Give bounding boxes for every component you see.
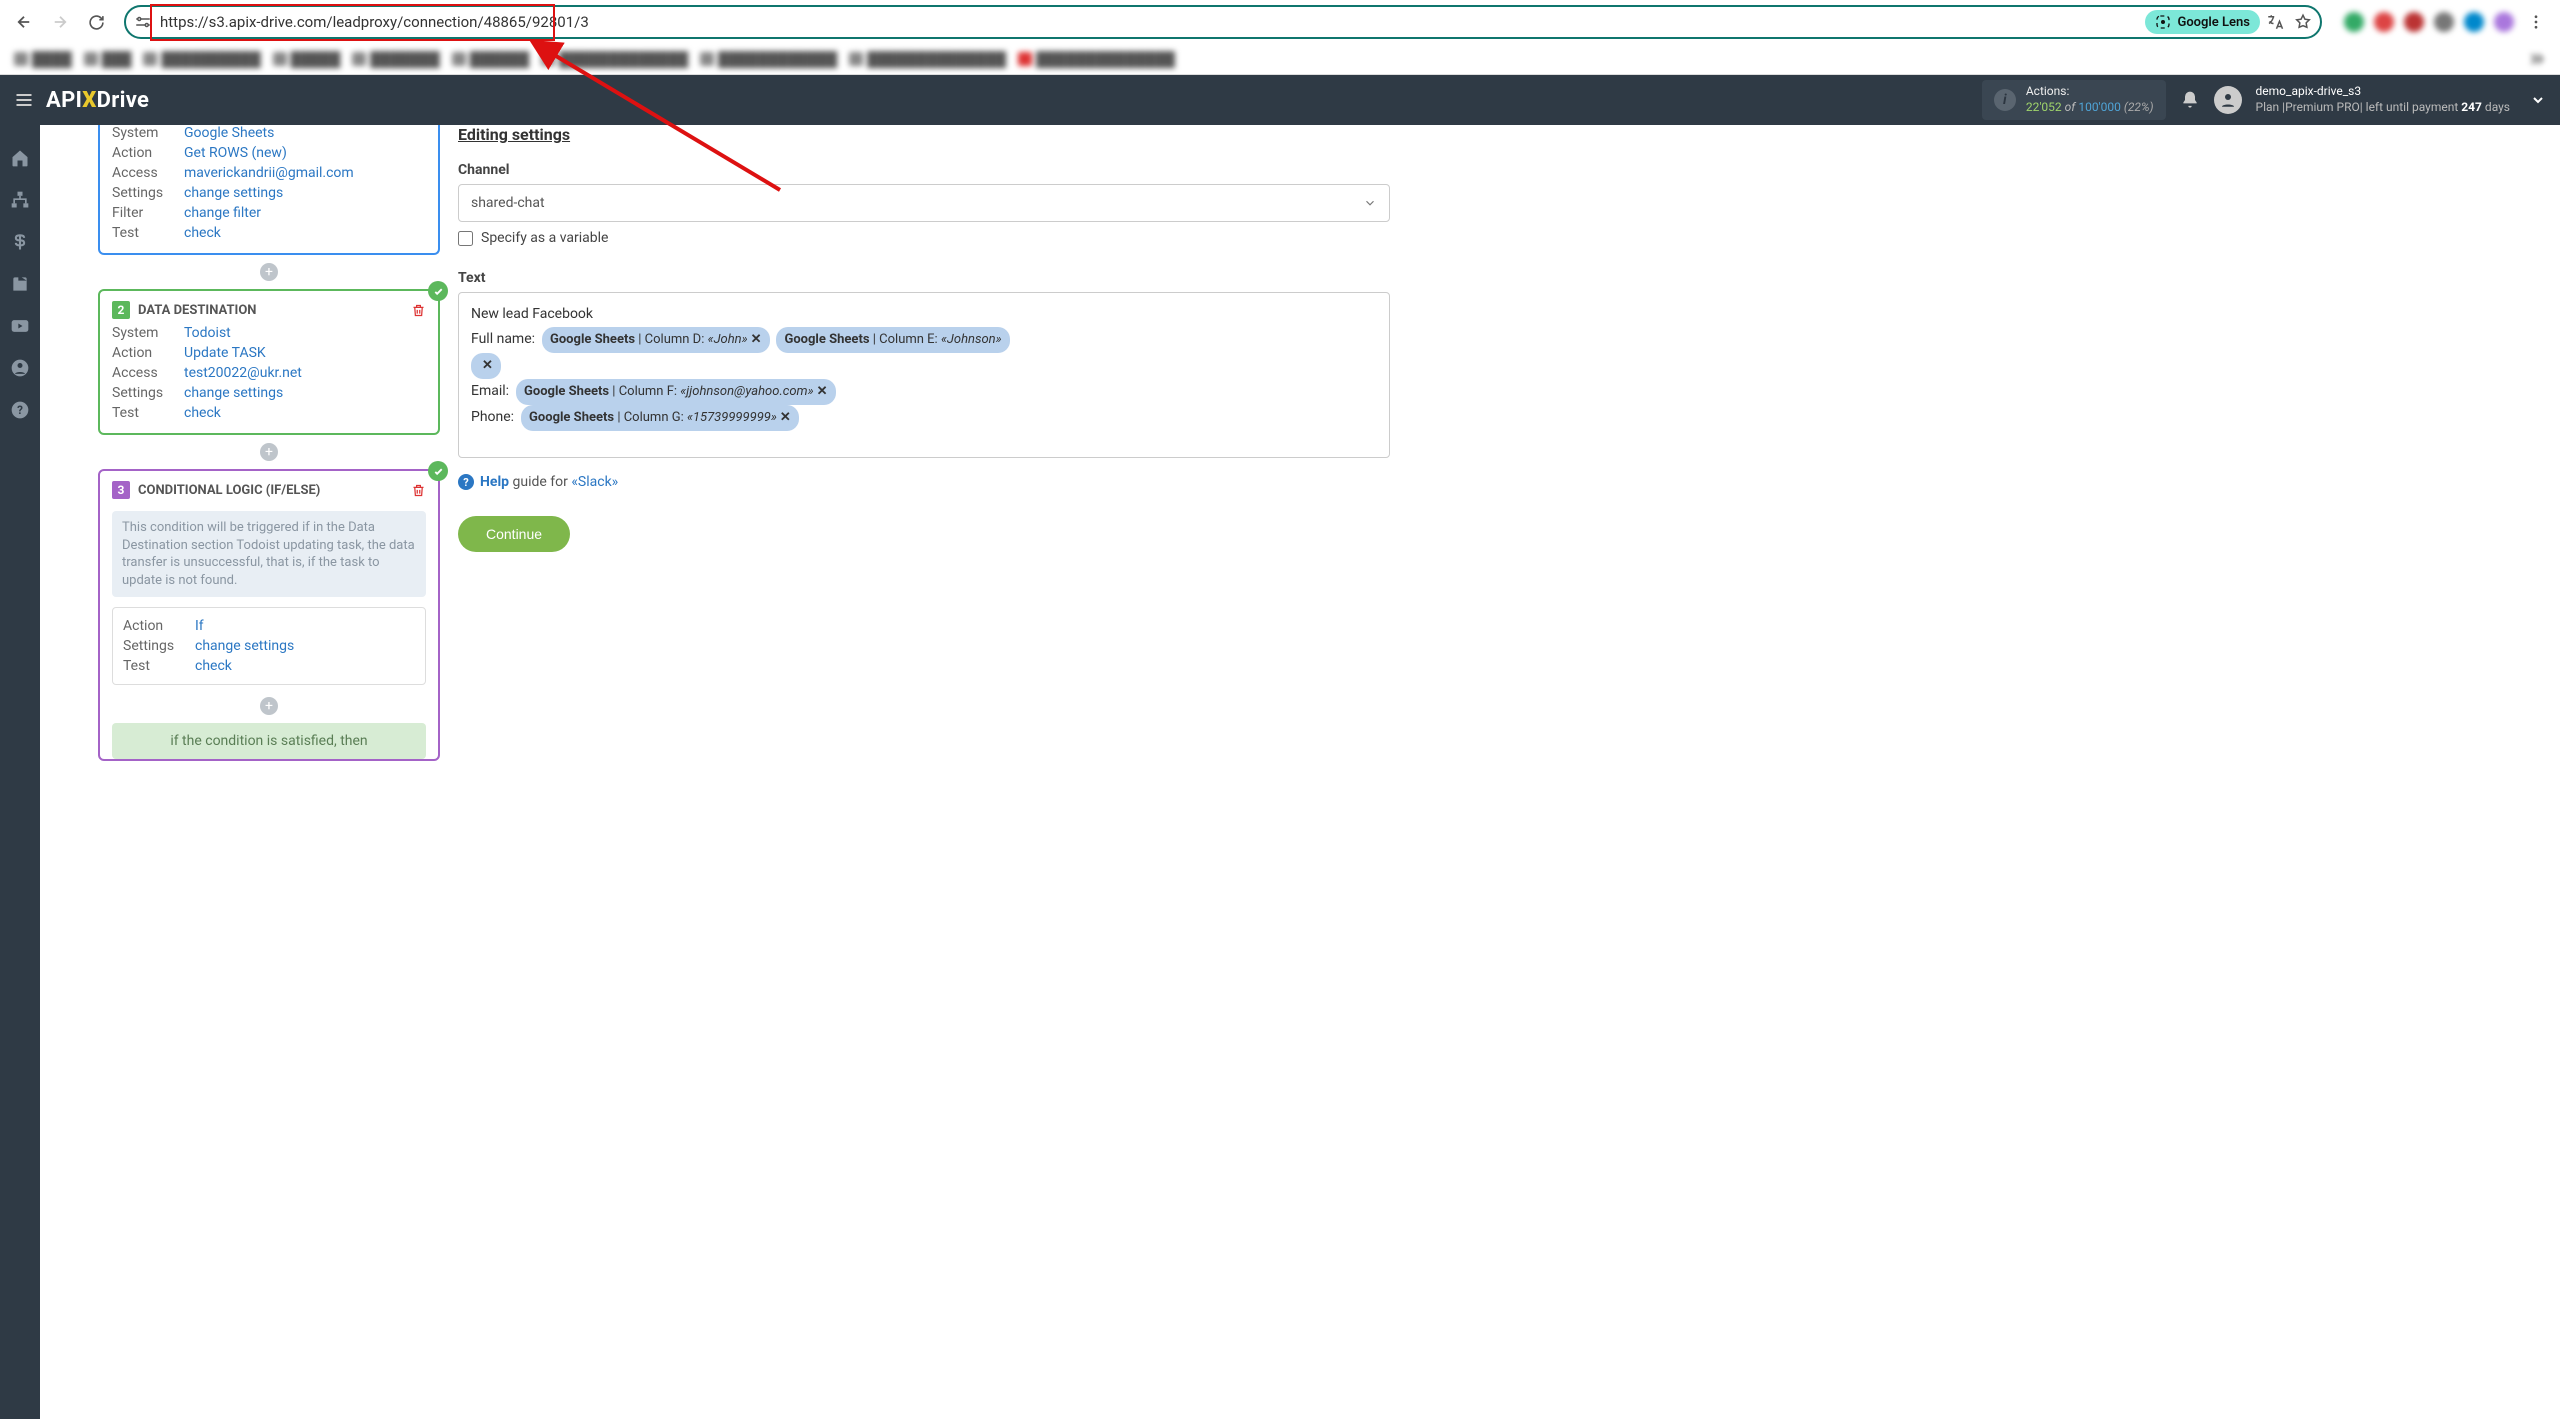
kv-value-link[interactable]: check	[195, 658, 415, 674]
kv-value-link[interactable]: change settings	[195, 638, 415, 654]
kv-key: Action	[112, 145, 184, 161]
app-header: APIXDrive i Actions: 22'052 of 100'000 (…	[0, 75, 2560, 125]
text-field-label: Text	[458, 270, 1390, 286]
add-condition-step[interactable]: +	[100, 697, 438, 715]
notifications-bell-icon[interactable]	[2180, 90, 2200, 110]
rail-help-icon[interactable]: ?	[7, 397, 33, 423]
kv-value-link[interactable]: check	[184, 405, 426, 421]
card-data-destination[interactable]: 2 DATA DESTINATION SystemTodoistActionUp…	[98, 289, 440, 435]
add-step-between-1[interactable]: +	[98, 263, 440, 281]
bookmark-bar-blur: ████ ███ ██████████ █████ ███████ ██████…	[0, 44, 2560, 74]
bookmark-star-icon[interactable]	[2294, 13, 2312, 31]
kv-key: Test	[112, 405, 184, 421]
actions-quota-box[interactable]: i Actions: 22'052 of 100'000 (22%)	[1982, 80, 2166, 119]
token-phone[interactable]: Google Sheets | Column G: «15739999999»✕	[521, 405, 799, 431]
nav-reload-button[interactable]	[82, 8, 110, 36]
kv-key: Test	[112, 225, 184, 241]
kv-key: Access	[112, 165, 184, 181]
svg-text:?: ?	[17, 403, 23, 417]
rail-video-icon[interactable]	[7, 313, 33, 339]
kv-value-link[interactable]: test20022@ukr.net	[184, 365, 426, 381]
token-fullname-last[interactable]: Google Sheets | Column E: «Johnson»	[776, 327, 1009, 353]
kv-key: Settings	[112, 385, 184, 401]
kv-value-link[interactable]: Update TASK	[184, 345, 426, 361]
kv-key: Settings	[112, 185, 184, 201]
actions-label: Actions:	[2026, 84, 2154, 100]
continue-button[interactable]: Continue	[458, 516, 570, 552]
kv-key: System	[112, 325, 184, 341]
add-step-between-2[interactable]: +	[98, 443, 440, 461]
kv-value-link[interactable]: Todoist	[184, 325, 426, 341]
annotation-url-highlight	[150, 4, 555, 41]
editing-settings-title: Editing settings	[458, 125, 1390, 144]
kv-value-link[interactable]: change filter	[184, 205, 426, 221]
rail-connections-icon[interactable]	[7, 187, 33, 213]
specify-variable-checkbox[interactable]: Specify as a variable	[458, 230, 1390, 246]
token-fullname-first[interactable]: Google Sheets | Column D: «John»✕	[542, 327, 770, 353]
token-email[interactable]: Google Sheets | Column F: «jjohnson@yaho…	[516, 379, 835, 405]
rail-home-icon[interactable]	[7, 145, 33, 171]
channel-select[interactable]: shared-chat	[458, 184, 1390, 222]
check-badge-icon	[428, 461, 448, 481]
delete-icon[interactable]	[411, 303, 426, 318]
kv-key: Action	[112, 345, 184, 361]
help-icon: ?	[458, 474, 474, 490]
browser-chrome-bar: https://s3.apix-drive.com/leadproxy/conn…	[0, 0, 2560, 75]
token-remove-icon: ✕	[751, 332, 762, 347]
delete-icon[interactable]	[411, 483, 426, 498]
card-data-source[interactable]: SystemGoogle SheetsActionGet ROWS (new)A…	[98, 125, 440, 255]
kv-key: System	[112, 125, 184, 141]
info-icon: i	[1994, 89, 2016, 111]
condition-note: This condition will be triggered if in t…	[112, 511, 426, 597]
translate-icon[interactable]	[2266, 13, 2284, 31]
kv-key: Access	[112, 365, 184, 381]
user-avatar-icon[interactable]	[2214, 86, 2242, 114]
help-link[interactable]: ? Help guide for «Slack»	[458, 474, 1390, 490]
browser-menu-icon[interactable]	[2522, 13, 2550, 31]
kv-key: Settings	[123, 638, 195, 654]
kv-value-link[interactable]: check	[184, 225, 426, 241]
card-title: DATA DESTINATION	[138, 303, 256, 318]
extension-icons-blur	[2344, 12, 2514, 32]
hamburger-menu-icon[interactable]	[14, 90, 34, 110]
kv-key: Filter	[112, 205, 184, 221]
card-conditional-logic[interactable]: 3 CONDITIONAL LOGIC (IF/ELSE) This condi…	[98, 469, 440, 761]
kv-value-link[interactable]: change settings	[184, 185, 426, 201]
channel-label: Channel	[458, 162, 1390, 178]
rail-billing-icon[interactable]	[7, 229, 33, 255]
condition-then-box: if the condition is satisfied, then	[112, 723, 426, 759]
check-badge-icon	[428, 281, 448, 301]
token-remove-icon: ✕	[817, 384, 828, 399]
kv-value-link[interactable]: change settings	[184, 385, 426, 401]
url-bar-container: https://s3.apix-drive.com/leadproxy/conn…	[124, 5, 2322, 39]
card-title: CONDITIONAL LOGIC (IF/ELSE)	[138, 483, 320, 498]
user-menu-chevron-icon[interactable]	[2530, 92, 2546, 108]
token-remove-icon: ✕	[482, 358, 493, 373]
kv-value-link[interactable]: maverickandrii@gmail.com	[184, 165, 426, 181]
logo[interactable]: APIXDrive	[46, 88, 149, 113]
bookmark-overflow-icon[interactable]	[2528, 50, 2546, 68]
rail-marketplace-icon[interactable]	[7, 271, 33, 297]
token-remove-icon: ✕	[780, 410, 791, 425]
token-fullname-last-close[interactable]: ✕	[471, 353, 501, 379]
left-nav-rail: ?	[0, 125, 40, 1419]
kv-value-link[interactable]: Get ROWS (new)	[184, 145, 426, 161]
text-template-editor[interactable]: New lead Facebook Full name: Google Shee…	[458, 292, 1390, 458]
kv-value-link[interactable]: If	[195, 618, 415, 634]
kv-key: Action	[123, 618, 195, 634]
rail-account-icon[interactable]	[7, 355, 33, 381]
google-lens-chip[interactable]: Google Lens	[2145, 10, 2260, 34]
kv-value-link[interactable]: Google Sheets	[184, 125, 426, 141]
nav-forward-button[interactable]	[46, 8, 74, 36]
user-info-block[interactable]: demo_apix-drive_s3 Plan |Premium PRO| le…	[2256, 84, 2510, 115]
kv-key: Test	[123, 658, 195, 674]
nav-back-button[interactable]	[10, 8, 38, 36]
